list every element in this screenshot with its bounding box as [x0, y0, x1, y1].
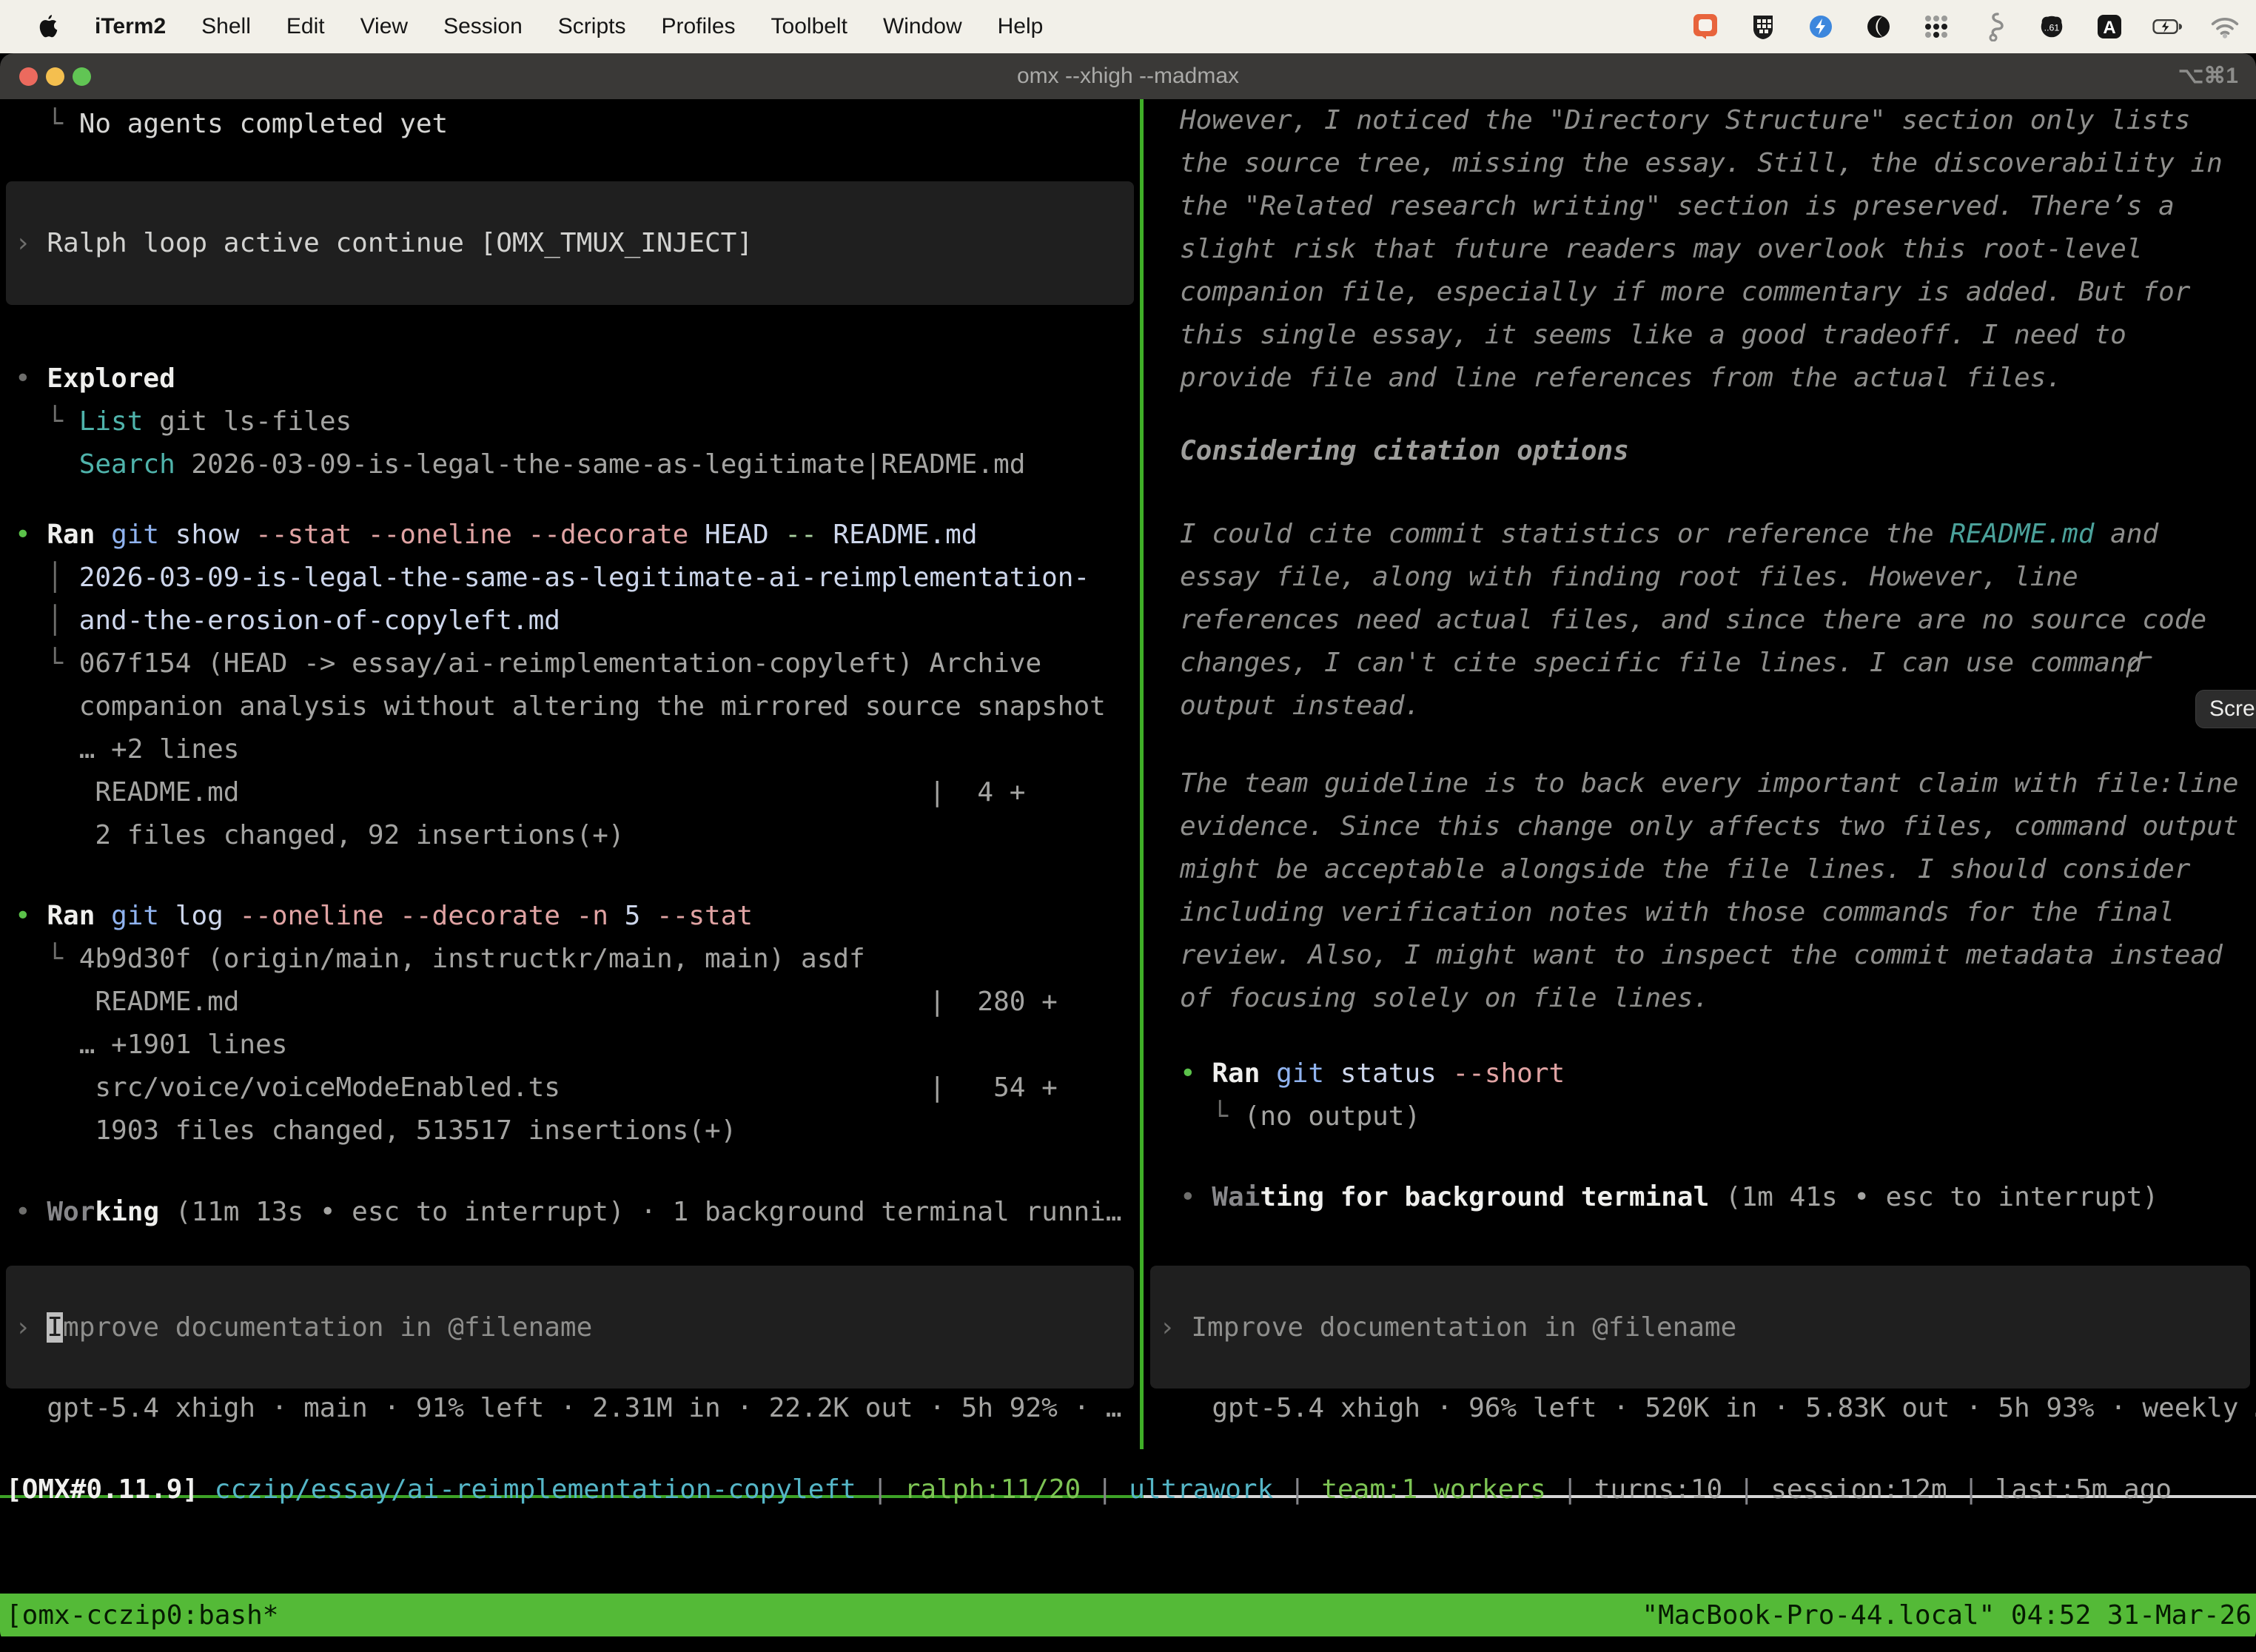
menu-item-session[interactable]: Session — [443, 14, 523, 39]
menu-item-help[interactable]: Help — [998, 14, 1044, 39]
thinking-paragraph-3: The team guideline is to back every impo… — [1144, 762, 2256, 1020]
screen-tooltip-label: Scre — [2209, 696, 2255, 721]
prompt-chevron: › — [15, 1312, 47, 1343]
menu-bar-status-icons: ..61 A — [1691, 12, 2256, 41]
apple-logo-icon[interactable] — [37, 13, 59, 40]
left-agent-pane[interactable]: └ No agents completed yet › Ralph loop a… — [0, 99, 1140, 1449]
window-title-bar[interactable]: omx --xhigh --madmax ⌥⌘1 — [0, 53, 2256, 99]
blue-bolt-icon[interactable] — [1806, 12, 1836, 41]
input-placeholder: mprove documentation in @filename — [63, 1312, 592, 1343]
tmux-host-clock: "MacBook-Pro-44.local" 04:52 31-Mar-26 — [1642, 1600, 2256, 1631]
prompt-chevron: › — [15, 228, 47, 258]
text-cursor: I — [47, 1312, 63, 1343]
menu-item-toolbelt[interactable]: Toolbelt — [771, 14, 847, 39]
wifi-icon[interactable] — [2210, 12, 2240, 41]
waiting-status-line: • Waiting for background terminal (1m 41… — [1144, 1176, 2256, 1219]
left-model-status-line: gpt-5.4 xhigh · main · 91% left · 2.31M … — [0, 1387, 1140, 1430]
window-shortcut-badge: ⌥⌘1 — [2178, 53, 2238, 99]
menu-item-window[interactable]: Window — [883, 14, 962, 39]
tmux-status-bar[interactable]: [omx-cczip0:bash* "MacBook-Pro-44.local"… — [0, 1594, 2256, 1636]
menu-item-shell[interactable]: Shell — [201, 14, 251, 39]
screenshot-app-icon[interactable] — [1691, 12, 1720, 41]
right-agent-input[interactable]: › Improve documentation in @filename — [1150, 1266, 2250, 1389]
screen-tooltip[interactable]: Scre — [2195, 690, 2256, 728]
menu-item-view[interactable]: View — [360, 14, 408, 39]
working-status-line: • Working (11m 13s • esc to interrupt) ·… — [0, 1191, 1140, 1234]
git-show-block: • Ran git show --stat --oneline --decora… — [0, 514, 1140, 857]
menu-item-profiles[interactable]: Profiles — [661, 14, 735, 39]
prompt-chevron: › — [1159, 1312, 1191, 1343]
tmux-session-name: [omx-cczip0:bash* — [0, 1600, 278, 1631]
battery-badge-icon[interactable]: ..61 — [2037, 12, 2067, 41]
thinking-paragraph-2: I could cite commit statistics or refere… — [1144, 513, 2256, 728]
crescent-icon[interactable] — [1864, 12, 1893, 41]
right-model-status-line: gpt-5.4 xhigh · 96% left · 520K in · 5.8… — [1144, 1387, 2256, 1430]
omx-session-status-line: [OMX#0.11.9] cczip/essay/ai-reimplementa… — [0, 1468, 2256, 1511]
svg-text:A: A — [2103, 18, 2115, 38]
left-agent-input[interactable]: › Improve documentation in @filename — [6, 1266, 1134, 1389]
git-log-block: • Ran git log --oneline --decorate -n 5 … — [0, 895, 1140, 1152]
menu-item-edit[interactable]: Edit — [286, 14, 325, 39]
window-title: omx --xhigh --madmax — [0, 53, 2256, 99]
squiggle-icon[interactable] — [1979, 12, 2009, 41]
right-agent-pane[interactable]: However, I noticed the "Directory Struct… — [1144, 99, 2256, 1449]
input-placeholder: Improve documentation in @filename — [1191, 1312, 1736, 1343]
tmux-panes: └ No agents completed yet › Ralph loop a… — [0, 99, 2256, 1449]
svg-text:..61: ..61 — [2044, 23, 2060, 33]
explored-block: • Explored └ List git ls-files Search 20… — [0, 357, 1140, 486]
thinking-heading: Considering citation options — [1144, 430, 2256, 473]
keyboard-layout-icon[interactable]: A — [2095, 12, 2124, 41]
ralph-loop-text: Ralph loop active continue [OMX_TMUX_INJ… — [47, 228, 753, 258]
menu-items: iTerm2 Shell Edit View Session Scripts Profile… — [37, 13, 1043, 40]
macos-menu-bar: iTerm2 Shell Edit View Session Scripts Profile… — [0, 0, 2256, 53]
iterm2-window: omx --xhigh --madmax ⌥⌘1 └ No agents com… — [0, 53, 2256, 1643]
thinking-paragraph-1: However, I noticed the "Directory Struct… — [1144, 99, 2256, 400]
git-status-block: • Ran git status --short └ (no output) — [1144, 1052, 2256, 1138]
pane-divider[interactable] — [1140, 99, 1144, 1449]
ralph-loop-injected-prompt[interactable]: › Ralph loop active continue [OMX_TMUX_I… — [6, 181, 1134, 305]
menu-item-scripts[interactable]: Scripts — [558, 14, 626, 39]
grid-shield-icon[interactable] — [1748, 12, 1778, 41]
agents-status-line: └ No agents completed yet — [0, 103, 1140, 146]
battery-icon[interactable] — [2152, 12, 2182, 41]
menu-item-iterm2[interactable]: iTerm2 — [95, 14, 166, 39]
dots-grid-icon[interactable] — [1921, 12, 1951, 41]
cursor-arrow-annotation — [2126, 650, 2163, 681]
